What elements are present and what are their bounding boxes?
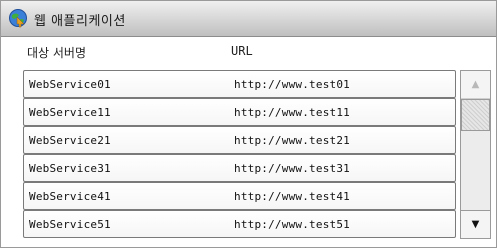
server-url: http://www.test11 [234,106,350,119]
arrow-down-icon: ▼ [471,219,480,230]
server-name: WebService01 [29,78,111,91]
table-header: 대상 서버명 URL [1,37,496,65]
web-application-dialog: 웹 애플리케이션 대상 서버명 URL WebService01 http://… [0,0,497,248]
table-row[interactable]: WebService11 http://www.test11 [23,98,456,126]
window-title: 웹 애플리케이션 [34,14,126,29]
server-name: WebService21 [29,134,111,147]
web-app-globe-icon [8,8,28,28]
table-row[interactable]: WebService01 http://www.test01 [23,70,456,98]
server-name: WebService31 [29,162,111,175]
column-header-server-name: 대상 서버명 [27,46,87,60]
server-url: http://www.test01 [234,78,350,91]
arrow-up-icon: ▲ [471,79,480,90]
server-url: http://www.test21 [234,134,350,147]
server-url: http://www.test31 [234,162,350,175]
scrollbar-thumb[interactable] [461,99,490,131]
table-row[interactable]: WebService21 http://www.test21 [23,126,456,154]
table-row[interactable]: WebService51 http://www.test51 [23,210,456,238]
table-row[interactable]: WebService41 http://www.test41 [23,182,456,210]
title-bar: 웹 애플리케이션 [1,1,496,37]
scroll-up-button[interactable]: ▲ [461,71,490,99]
table-row[interactable]: WebService31 http://www.test31 [23,154,456,182]
column-header-url: URL [231,44,253,58]
server-url: http://www.test51 [234,218,350,231]
list-scrollbar[interactable]: ▲ ▼ [460,70,491,239]
server-name: WebService11 [29,106,111,119]
server-url: http://www.test41 [234,190,350,203]
scroll-down-button[interactable]: ▼ [461,210,490,238]
server-name: WebService51 [29,218,111,231]
server-name: WebService41 [29,190,111,203]
